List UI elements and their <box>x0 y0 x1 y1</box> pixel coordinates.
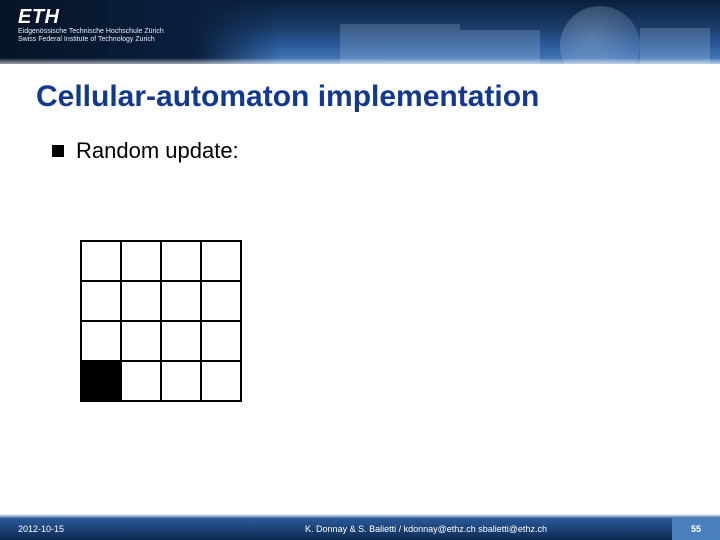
bullet-text: Random update: <box>76 138 239 164</box>
footer-authors: K. Donnay & S. Balietti / kdonnay@ethz.c… <box>180 524 672 534</box>
eth-subtitle: Eidgenössische Technische Hochschule Zür… <box>18 28 164 45</box>
grid-cell <box>161 321 201 361</box>
eth-subtitle-line2: Swiss Federal Institute of Technology Zu… <box>18 36 164 44</box>
grid-cell <box>81 241 121 281</box>
slide-title: Cellular-automaton implementation <box>36 80 539 114</box>
footer-date: 2012-10-15 <box>0 524 180 534</box>
grid-cell <box>121 281 161 321</box>
eth-logo: ETH <box>18 6 60 29</box>
grid-cell <box>81 281 121 321</box>
square-bullet-icon <box>52 145 64 157</box>
bullet-item: Random update: <box>52 138 239 164</box>
header-banner: ETH Eidgenössische Technische Hochschule… <box>0 0 720 64</box>
footer-page-number: 55 <box>672 518 720 540</box>
grid-cell <box>201 361 241 401</box>
grid-cell <box>201 281 241 321</box>
grid-cell <box>81 321 121 361</box>
grid-cell <box>161 281 201 321</box>
automaton-grid <box>80 240 242 402</box>
slide: ETH Eidgenössische Technische Hochschule… <box>0 0 720 540</box>
grid-cell <box>81 361 121 401</box>
banner-building-silhouette <box>300 0 720 64</box>
grid-cell <box>161 361 201 401</box>
grid-cell <box>121 241 161 281</box>
grid-cell <box>201 321 241 361</box>
grid-cell <box>161 241 201 281</box>
grid-cell <box>121 361 161 401</box>
eth-subtitle-line1: Eidgenössische Technische Hochschule Zür… <box>18 28 164 36</box>
footer-bar: 2012-10-15 K. Donnay & S. Balietti / kdo… <box>0 518 720 540</box>
grid-cell <box>121 321 161 361</box>
grid-cell <box>201 241 241 281</box>
grid-table <box>80 240 242 402</box>
